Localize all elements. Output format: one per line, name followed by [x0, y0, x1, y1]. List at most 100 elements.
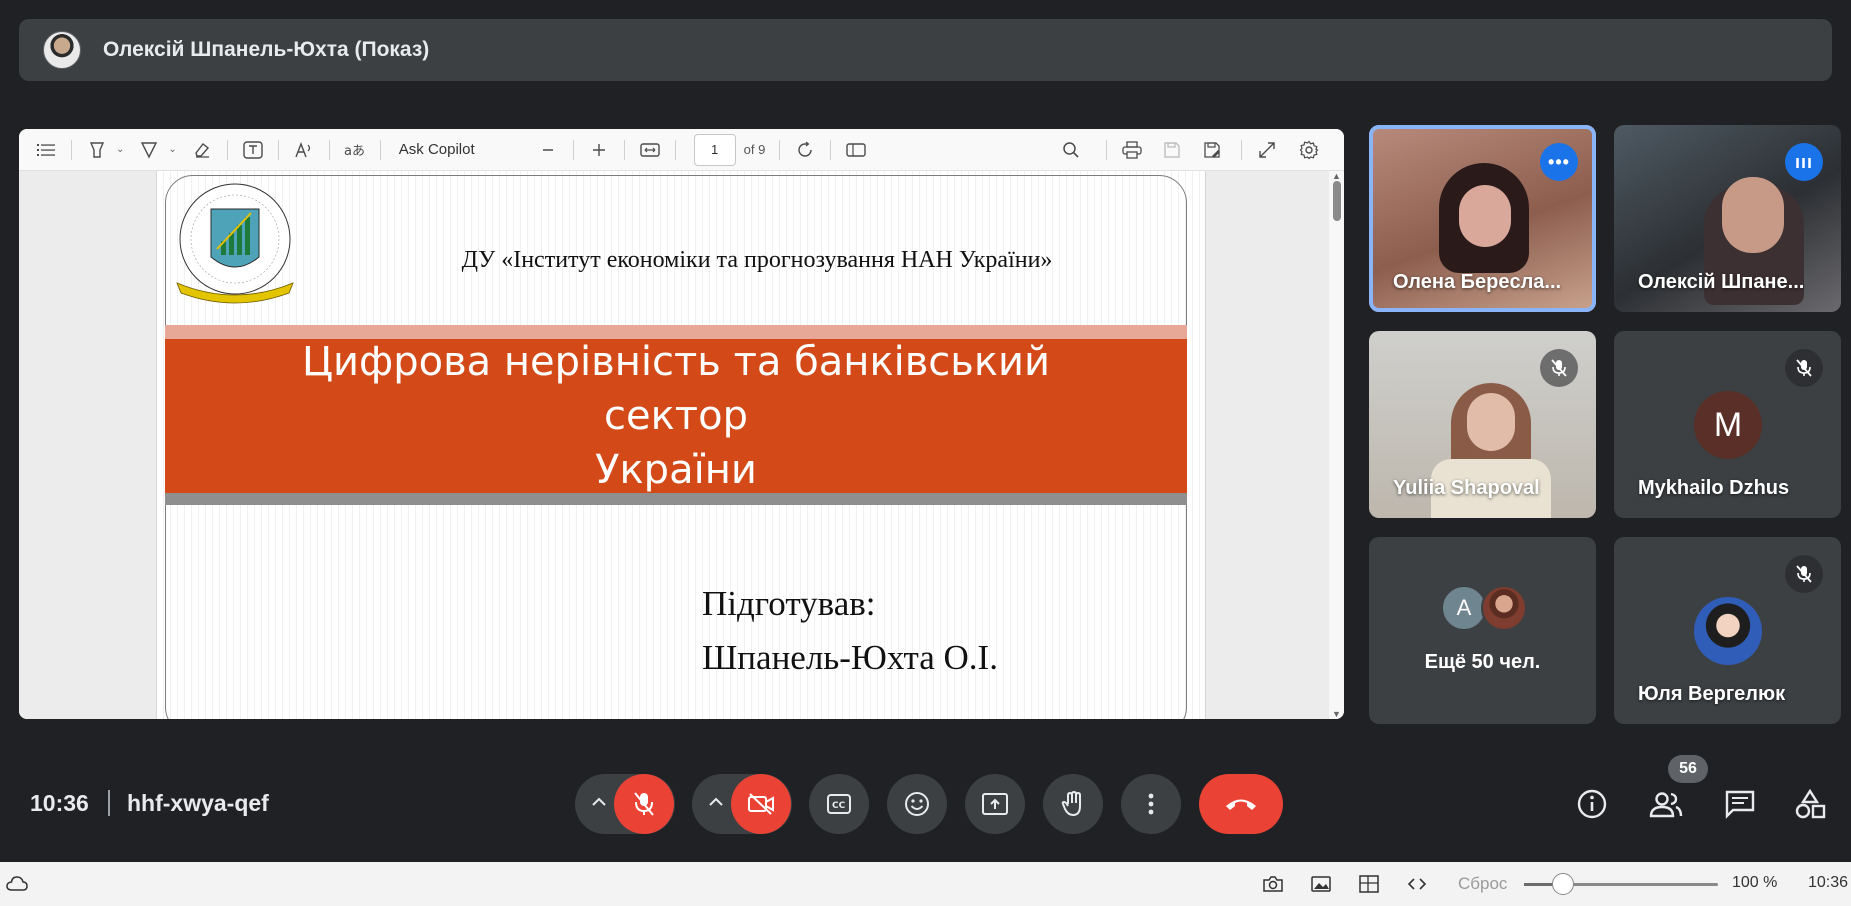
code-icon[interactable] [1406, 874, 1428, 894]
info-icon [1577, 789, 1607, 819]
present-button[interactable] [965, 774, 1025, 834]
reactions-button[interactable] [887, 774, 947, 834]
participant-name: Олена Берeсла... [1393, 271, 1562, 293]
save-as-icon[interactable] [1197, 135, 1227, 165]
toolbar-separator [1106, 140, 1107, 160]
toolbar-right [1056, 135, 1330, 165]
page-number-input[interactable]: 1 [693, 133, 736, 166]
zoom-slider-thumb[interactable] [1551, 873, 1574, 895]
zoom-reset-button[interactable]: Сброс [1458, 874, 1507, 894]
os-status-bar: Сброс 100 % 10:36 [0, 862, 1851, 906]
scroll-down-icon[interactable]: ▼ [1332, 709, 1341, 719]
toolbar-separator [328, 139, 330, 160]
divider [108, 790, 110, 816]
pdf-canvas[interactable]: ДУ «Інститут економіки та прогнозування … [19, 171, 1329, 719]
layout-icon[interactable] [1358, 874, 1380, 894]
toolbar-separator [674, 139, 676, 160]
fullscreen-icon[interactable] [1252, 135, 1282, 165]
institute-name: ДУ «Інститут економіки та прогнозування … [461, 247, 1053, 273]
presenter-bar: Олексій Шпанель-Юхта (Показ) [19, 19, 1832, 81]
pdf-scrollbar[interactable]: ▲ ▼ [1329, 171, 1344, 719]
toolbar-separator [277, 139, 279, 160]
toolbar-separator [226, 139, 228, 160]
participant-face [1722, 177, 1784, 253]
more-participants-label: Ещё 50 чел. [1424, 651, 1541, 673]
participant-tile[interactable]: M Mykhailo Dzhus [1614, 331, 1841, 518]
participant-tile[interactable]: Yuliia Shapoval [1369, 331, 1596, 518]
scroll-up-icon[interactable]: ▲ [1332, 171, 1341, 181]
captions-button[interactable]: CC [809, 774, 869, 834]
slide-title-line1: Цифрова нерівність та банківський сектор [301, 339, 1051, 439]
chevron-down-icon[interactable]: ⌄ [116, 144, 124, 155]
chevron-down-icon[interactable]: ⌄ [168, 144, 176, 155]
group-avatars: A [1441, 585, 1527, 631]
more-options-button[interactable] [1121, 774, 1181, 834]
more-participants-tile[interactable]: A Ещё 50 чел. [1369, 537, 1596, 724]
slide-page: ДУ «Інститут економіки та прогнозування … [156, 171, 1206, 719]
scroll-thumb[interactable] [1333, 181, 1341, 221]
slide-title-line2: України [595, 447, 757, 493]
rotate-icon[interactable] [790, 135, 820, 165]
participant-face [1459, 185, 1511, 247]
meeting-details-button[interactable] [1574, 786, 1610, 822]
mic-off-icon [634, 792, 654, 816]
participant-name: Олексій Шпане... [1638, 271, 1805, 293]
pdf-viewer: ⌄ ⌄ aあ Ask Copilot 1 of 9 ДУ «Інститут е… [19, 129, 1344, 719]
captions-icon: CC [827, 794, 851, 814]
participant-tile[interactable]: ••• Олена Берeсла... [1369, 125, 1596, 312]
avatar [1694, 597, 1762, 665]
toolbar-separator [779, 139, 781, 160]
slide-title: Цифрова нерівність та банківський сектор… [226, 335, 1126, 497]
draw-icon[interactable] [134, 135, 164, 165]
slide-title-band: Цифрова нерівність та банківський сектор… [165, 339, 1187, 493]
mic-toggle-button[interactable] [614, 774, 674, 834]
participant-name: Yuliia Shapoval [1393, 477, 1540, 499]
meeting-clock: 10:36 [30, 790, 89, 816]
zoom-out-icon[interactable] [533, 135, 563, 165]
avatar: M [1694, 391, 1762, 459]
pdf-toolbar: ⌄ ⌄ aあ Ask Copilot 1 of 9 [19, 129, 1344, 171]
toolbar-separator [379, 139, 381, 160]
camera-off-icon [748, 793, 774, 815]
presenter-avatar [43, 31, 81, 69]
prepared-name: Шпанель-Юхта О.І. [702, 638, 998, 677]
meeting-code: hhf-xwya-qef [127, 790, 269, 816]
people-button[interactable] [1648, 786, 1684, 822]
hang-up-icon [1226, 799, 1256, 810]
mic-off-icon [1540, 349, 1578, 387]
page-view-icon[interactable] [841, 135, 871, 165]
participant-face [1467, 393, 1515, 451]
more-vert-icon [1148, 793, 1154, 815]
contents-icon[interactable] [31, 135, 61, 165]
print-icon[interactable] [1117, 135, 1147, 165]
emoji-icon [905, 792, 929, 816]
page-total: of 9 [743, 142, 766, 157]
text-box-icon[interactable] [238, 135, 268, 165]
participant-tile[interactable]: Юля Вергелюк [1614, 537, 1841, 724]
raise-hand-button[interactable] [1043, 774, 1103, 834]
search-icon[interactable] [1056, 135, 1086, 165]
chat-icon [1725, 790, 1755, 819]
read-aloud-icon[interactable] [289, 135, 319, 165]
chevron-up-icon[interactable] [706, 792, 726, 812]
zoom-in-icon[interactable] [584, 135, 614, 165]
chat-button[interactable] [1722, 786, 1758, 822]
activities-button[interactable] [1792, 786, 1828, 822]
camera-icon[interactable] [1262, 874, 1284, 894]
highlight-icon[interactable] [82, 135, 112, 165]
settings-gear-icon[interactable] [1294, 135, 1324, 165]
participant-tile[interactable]: ııı Олексій Шпане... [1614, 125, 1841, 312]
cloud-icon[interactable] [6, 874, 28, 894]
avatar [1481, 585, 1527, 631]
save-icon[interactable] [1157, 135, 1187, 165]
svg-text:CC: CC [832, 801, 846, 811]
ask-copilot-button[interactable]: Ask Copilot [399, 141, 475, 158]
eraser-icon[interactable] [187, 135, 217, 165]
image-icon[interactable] [1310, 874, 1332, 894]
chevron-up-icon[interactable] [589, 792, 609, 812]
speaking-indicator-icon: ••• [1540, 143, 1578, 181]
translate-icon[interactable]: aあ [340, 135, 370, 165]
leave-call-button[interactable] [1199, 774, 1283, 834]
camera-toggle-button[interactable] [731, 774, 791, 834]
fit-width-icon[interactable] [635, 135, 665, 165]
